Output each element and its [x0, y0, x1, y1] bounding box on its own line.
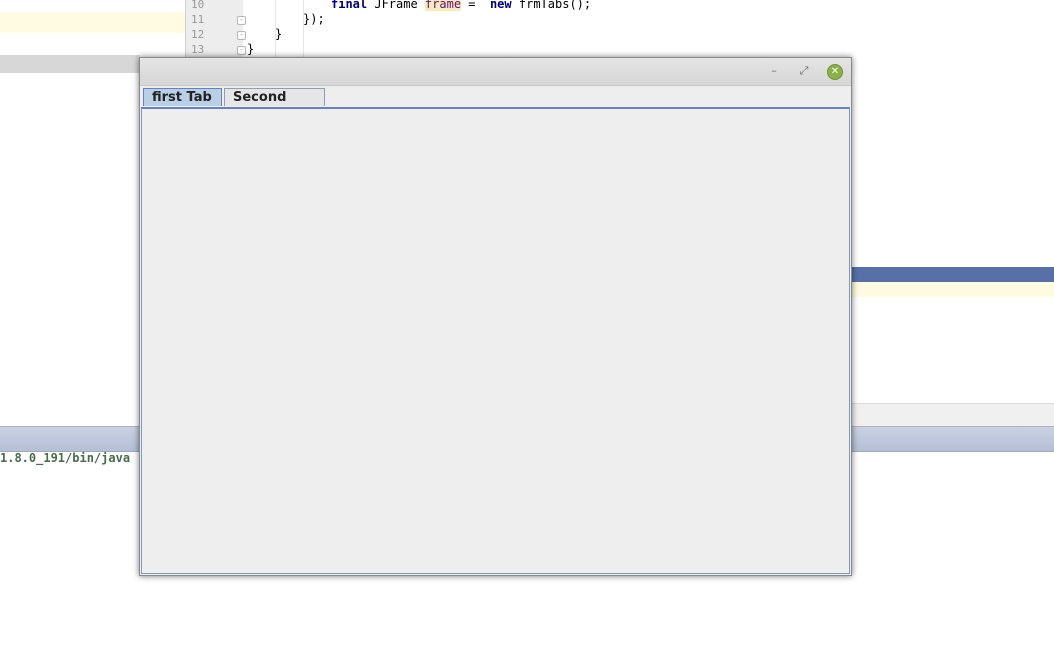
keyword: final — [331, 0, 368, 11]
code-line-10[interactable]: final JFrame frame = new frmTabs(); — [331, 0, 591, 11]
tab-content-panel — [141, 107, 850, 574]
tab-second[interactable]: Second Tab — [224, 88, 325, 123]
operator: = — [461, 0, 490, 11]
indent-guide — [303, 0, 304, 58]
variable-highlight: frame — [424, 0, 462, 11]
line-number: 11 — [191, 13, 205, 26]
fold-icon[interactable]: - — [237, 31, 246, 40]
fold-icon[interactable]: - — [237, 46, 246, 55]
tab-first[interactable]: first Tab — [143, 88, 222, 106]
code-line-11[interactable]: }); — [303, 12, 325, 26]
minimize-icon[interactable]: – — [767, 64, 781, 78]
editor-tab-strip — [0, 55, 140, 73]
maximize-icon[interactable]: ⤢ — [797, 64, 811, 78]
type-name: JFrame — [367, 0, 425, 11]
fold-icon[interactable]: - — [237, 16, 246, 25]
selected-row-bar — [851, 267, 1054, 282]
side-panel-strip — [851, 403, 1054, 428]
line-number: 12 — [191, 28, 205, 41]
swing-window: – ⤢ ✕ first Tab Second Tab — [139, 57, 852, 576]
current-line-highlight — [0, 12, 185, 33]
row-highlight — [851, 282, 1054, 297]
keyword: new — [489, 0, 512, 11]
line-number: 13 — [191, 43, 205, 56]
code-text: frmTabs(); — [511, 0, 592, 11]
code-line-13[interactable]: } — [247, 42, 254, 56]
tab-strip: first Tab Second Tab — [140, 86, 851, 123]
console-output: 1.8.0_191/bin/java ... — [0, 451, 159, 465]
window-titlebar[interactable]: – ⤢ ✕ — [140, 58, 851, 86]
line-number: 10 — [191, 0, 205, 11]
code-line-12[interactable]: } — [275, 27, 282, 41]
close-icon[interactable]: ✕ — [827, 64, 843, 80]
